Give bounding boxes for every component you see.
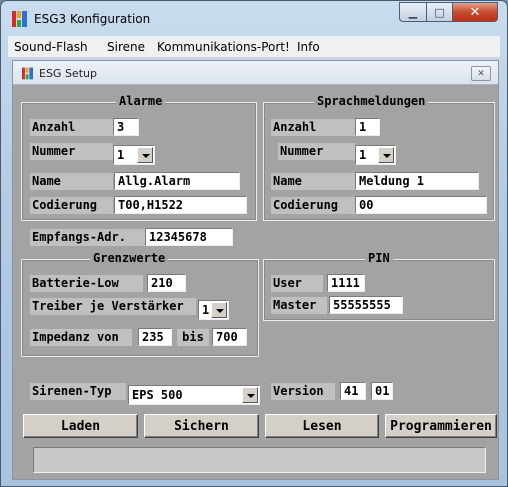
maximize-button[interactable]: □	[426, 2, 453, 22]
menu-kommunikations-port[interactable]: Kommunikations-Port!	[157, 40, 290, 54]
alarme-codierung-label: Codierung	[30, 197, 113, 214]
treiber-select[interactable]: 1	[198, 300, 229, 320]
app-icon	[22, 67, 33, 80]
close-icon: ✕	[477, 68, 485, 79]
sprach-name-field[interactable]: Meldung 1	[355, 172, 479, 190]
lesen-button[interactable]: Lesen	[265, 414, 379, 438]
menu-bar: Sound-Flash Sirene Kommunikations-Port! …	[8, 36, 500, 58]
sprach-nummer-select[interactable]: 1	[355, 145, 396, 165]
alarme-nummer-value: 1	[117, 148, 125, 162]
sirenen-typ-value: EPS 500	[132, 388, 183, 402]
minimize-icon: ▁	[408, 5, 418, 19]
sichern-button[interactable]: Sichern	[144, 414, 259, 438]
alarme-legend: Alarme	[116, 94, 166, 108]
child-title-bar: ESG Setup ✕	[13, 61, 498, 85]
programmieren-button[interactable]: Programmieren	[385, 414, 497, 438]
empfangs-adr-label: Empfangs-Adr.	[30, 229, 145, 246]
alarme-nummer-select[interactable]: 1	[113, 145, 155, 165]
sprach-name-label: Name	[271, 173, 355, 190]
alarme-anzahl-label: Anzahl	[30, 119, 113, 136]
esg-setup-window: ESG Setup ✕ Alarme Anzahl 3 Nummer 1 Nam…	[12, 60, 499, 480]
sprachmeldungen-legend: Sprachmeldungen	[314, 94, 429, 108]
pin-user-label: User	[271, 275, 323, 292]
impedanz-label: Impedanz von	[30, 329, 132, 346]
menu-info[interactable]: Info	[297, 40, 320, 54]
sprach-nummer-value: 1	[359, 148, 367, 162]
empfangs-adr-field[interactable]: 12345678	[145, 228, 233, 246]
impedanz-bis-field[interactable]: 700	[212, 328, 247, 346]
menu-sound-flash[interactable]: Sound-Flash	[14, 40, 88, 54]
treiber-value: 1	[202, 303, 210, 317]
child-close-button[interactable]: ✕	[471, 66, 491, 81]
sprach-anzahl-label: Anzahl	[271, 119, 355, 136]
sprach-nummer-label: Nummer	[278, 143, 355, 160]
grenzwerte-legend: Grenzwerte	[90, 251, 169, 265]
chevron-down-icon[interactable]	[378, 147, 394, 163]
batterie-low-label: Batterie-Low	[30, 275, 143, 292]
app-icon	[12, 11, 27, 27]
pin-master-field[interactable]: 55555555	[329, 296, 403, 314]
child-window-title: ESG Setup	[39, 67, 97, 80]
chevron-down-icon[interactable]	[137, 147, 153, 163]
sirenen-typ-select[interactable]: EPS 500	[128, 385, 260, 405]
sprach-anzahl-field[interactable]: 1	[355, 118, 380, 136]
status-panel	[33, 447, 486, 473]
maximize-icon: □	[434, 5, 445, 19]
alarme-name-label: Name	[30, 173, 113, 190]
version-major-field[interactable]: 41	[340, 382, 366, 400]
treiber-label: Treiber je Verstärker	[30, 298, 196, 315]
pin-user-field[interactable]: 1111	[327, 274, 365, 292]
pin-master-label: Master	[271, 297, 327, 314]
alarme-codierung-field[interactable]: T00,H1522	[114, 196, 247, 214]
batterie-low-field[interactable]: 210	[147, 274, 186, 292]
alarme-nummer-label: Nummer	[30, 143, 113, 160]
chevron-down-icon[interactable]	[211, 302, 227, 318]
sprach-codierung-label: Codierung	[271, 197, 355, 214]
impedanz-von-field[interactable]: 235	[138, 328, 172, 346]
close-icon: ✕	[469, 4, 481, 20]
pin-legend: PIN	[365, 251, 393, 265]
bis-label: bis	[177, 329, 209, 346]
menu-sirene[interactable]: Sirene	[107, 40, 145, 54]
version-label: Version	[271, 383, 335, 400]
alarme-anzahl-field[interactable]: 3	[113, 118, 139, 136]
close-button[interactable]: ✕	[452, 2, 498, 22]
laden-button[interactable]: Laden	[23, 414, 138, 438]
sirenen-typ-label: Sirenen-Typ	[30, 383, 126, 400]
sprach-codierung-field[interactable]: 00	[355, 196, 487, 214]
minimize-button[interactable]: ▁	[399, 2, 427, 22]
chevron-down-icon[interactable]	[242, 387, 258, 403]
version-minor-field[interactable]: 01	[371, 382, 393, 400]
alarme-name-field[interactable]: Allg.Alarm	[114, 172, 240, 190]
window-title: ESG3 Konfiguration	[34, 12, 151, 26]
